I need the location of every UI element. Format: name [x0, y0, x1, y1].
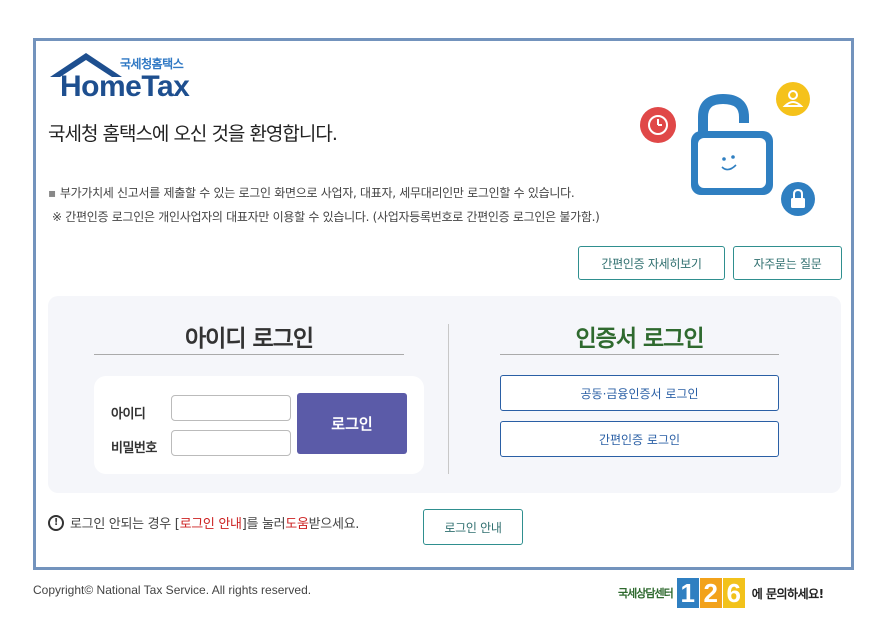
welcome-heading: 국세청 홈택스에 오신 것을 환영합니다. — [48, 123, 338, 145]
call-center-banner: 국세상담센터 1 2 6 에 문의하세요! — [618, 576, 824, 610]
easy-auth-detail-button[interactable]: 간편인증 자세히보기 — [578, 246, 725, 280]
id-label: 아이디 — [111, 407, 146, 422]
panel-divider — [448, 324, 449, 474]
logo-english-text: HomeTax — [60, 70, 190, 103]
password-input[interactable] — [171, 430, 291, 456]
login-panel: 아이디 로그인 아이디 비밀번호 로그인 인증서 로그인 공동·금융인증서 로그… — [48, 296, 841, 493]
login-guide-link-text: 로그인 안내 — [179, 517, 242, 532]
notice-line-2: ※ 간편인증 로그인은 개인사업자의 대표자만 이용할 수 있습니다. (사업자… — [52, 210, 600, 224]
warning-icon: ! — [48, 514, 64, 531]
password-label: 비밀번호 — [111, 441, 157, 456]
id-input[interactable] — [171, 395, 291, 421]
copyright-text: Copyright© National Tax Service. All rig… — [33, 583, 312, 597]
login-help-text: ! 로그인 안되는 경우 [로그인 안내]를 눌러 도움 받으세요. — [48, 513, 359, 532]
call-center-digit: 1 — [676, 578, 699, 608]
faq-button[interactable]: 자주묻는 질문 — [733, 246, 842, 280]
clock-icon — [640, 107, 676, 143]
security-illustration — [640, 82, 815, 216]
id-login-divider — [94, 354, 404, 355]
login-frame: 국세청홈택스 HomeTax 국세청 홈택스에 오신 것을 환영합니다. ▪ 부가… — [33, 38, 854, 570]
call-center-label: 국세상담센터 — [618, 587, 674, 600]
small-lock-icon — [781, 182, 815, 216]
login-button[interactable]: 로그인 — [297, 393, 407, 454]
call-center-digit: 2 — [699, 578, 722, 608]
joint-cert-login-button[interactable]: 공동·금융인증서 로그인 — [500, 375, 779, 411]
cert-login-title: 인증서 로그인 — [575, 326, 705, 352]
login-guide-button[interactable]: 로그인 안내 — [423, 509, 523, 545]
cert-login-divider — [500, 354, 779, 355]
id-login-form: 아이디 비밀번호 로그인 — [94, 376, 424, 474]
id-login-title: 아이디 로그인 — [185, 326, 314, 352]
call-center-tail: 에 문의하세요! — [751, 586, 824, 601]
hometax-logo[interactable]: 국세청홈택스 HomeTax — [48, 51, 208, 103]
notice-line-1: ▪ 부가가치세 신고서를 제출할 수 있는 로그인 화면으로 사업자, 대표자, … — [48, 186, 575, 200]
easy-auth-login-button[interactable]: 간편인증 로그인 — [500, 421, 779, 457]
user-icon — [776, 82, 810, 116]
call-center-digit: 6 — [722, 578, 745, 608]
padlock-icon — [691, 93, 773, 195]
